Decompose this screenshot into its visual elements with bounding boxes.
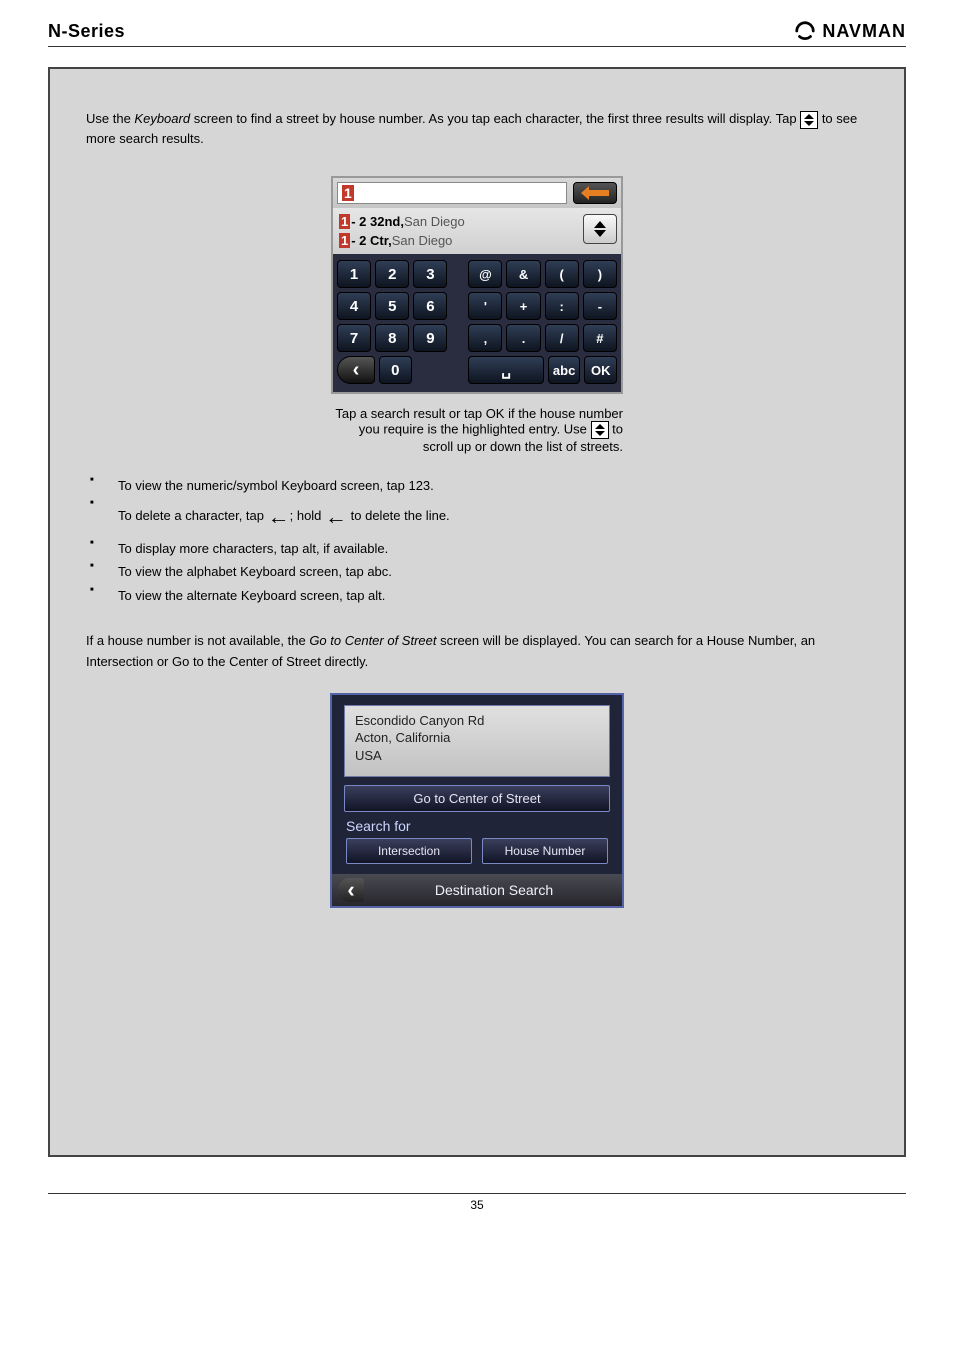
- key-abc[interactable]: abc: [548, 356, 581, 384]
- key-hash[interactable]: #: [583, 324, 617, 352]
- list-item: To view the alphabet Keyboard screen, ta…: [104, 560, 868, 583]
- fallback-paragraph: If a house number is not available, the …: [86, 631, 868, 673]
- scroll-icon: [800, 111, 818, 129]
- key-comma[interactable]: ,: [468, 324, 502, 352]
- address-box: Escondido Canyon Rd Acton, California US…: [344, 705, 610, 777]
- arrow-left-icon: ←: [268, 504, 290, 529]
- navman-arc-icon: [794, 20, 816, 42]
- key-colon[interactable]: :: [545, 292, 579, 320]
- destination-footer: ‹ Destination Search: [332, 874, 622, 906]
- key-4[interactable]: 4: [337, 292, 371, 320]
- brand-logo: NAVMAN: [794, 20, 906, 42]
- results-scroll-button[interactable]: [583, 214, 617, 244]
- footer-caption: Destination Search: [372, 882, 616, 898]
- key-2[interactable]: 2: [375, 260, 409, 288]
- key-3[interactable]: 3: [413, 260, 447, 288]
- result-row[interactable]: 1 - 2 32nd, San Diego: [337, 212, 617, 231]
- address-line: Escondido Canyon Rd: [355, 712, 599, 730]
- key-space[interactable]: ␣: [468, 356, 543, 384]
- key-6[interactable]: 6: [413, 292, 447, 320]
- key-period[interactable]: .: [506, 324, 540, 352]
- instruction-list: To view the numeric/symbol Keyboard scre…: [86, 474, 868, 607]
- key-plus[interactable]: +: [506, 292, 540, 320]
- keyboard-screen: 1 1 - 2 32nd, San Diego 1 - 2 Ctr, San D…: [331, 176, 623, 394]
- list-item: To view the alternate Keyboard screen, t…: [104, 584, 868, 607]
- header-series: N-Series: [48, 21, 125, 42]
- content-frame: Use the Keyboard screen to find a street…: [48, 67, 906, 1157]
- list-item: To display more characters, tap alt, if …: [104, 537, 868, 560]
- key-amp[interactable]: &: [506, 260, 540, 288]
- key-0[interactable]: 0: [379, 356, 412, 384]
- go-to-center-button[interactable]: Go to Center of Street: [344, 785, 610, 812]
- key-dash[interactable]: -: [583, 292, 617, 320]
- key-ok[interactable]: OK: [584, 356, 617, 384]
- keyboard-results: 1 - 2 32nd, San Diego 1 - 2 Ctr, San Die…: [333, 208, 621, 254]
- page-header: N-Series NAVMAN: [48, 20, 906, 47]
- backspace-key[interactable]: [573, 182, 617, 204]
- key-1[interactable]: 1: [337, 260, 371, 288]
- list-item: To view the numeric/symbol Keyboard scre…: [104, 474, 868, 497]
- key-rparen[interactable]: ): [583, 260, 617, 288]
- address-line: Acton, California: [355, 729, 599, 747]
- keyboard-input[interactable]: 1: [337, 182, 567, 204]
- house-number-button[interactable]: House Number: [482, 838, 608, 864]
- brand-text: NAVMAN: [822, 21, 906, 42]
- key-8[interactable]: 8: [375, 324, 409, 352]
- postkey-text: Tap a search result or tap OK if the hou…: [331, 406, 623, 454]
- address-line: USA: [355, 747, 599, 765]
- key-slash[interactable]: /: [545, 324, 579, 352]
- keyboard-keys: 1 2 3 @ & ( ) 4 5 6 ' + : -: [333, 254, 621, 392]
- key-5[interactable]: 5: [375, 292, 409, 320]
- intersection-button[interactable]: Intersection: [346, 838, 472, 864]
- key-apos[interactable]: ': [468, 292, 502, 320]
- list-item: To delete a character, tap ←; hold ← to …: [104, 497, 868, 537]
- scroll-icon: [591, 421, 609, 439]
- search-for-label: Search for: [344, 818, 610, 834]
- key-7[interactable]: 7: [337, 324, 371, 352]
- keyboard-input-row: 1: [333, 178, 621, 208]
- key-lparen[interactable]: (: [545, 260, 579, 288]
- key-back[interactable]: ‹: [337, 356, 375, 384]
- arrow-left-icon: ←: [325, 504, 347, 529]
- key-at[interactable]: @: [468, 260, 502, 288]
- result-row[interactable]: 1 - 2 Ctr, San Diego: [337, 231, 617, 250]
- page-number: 35: [48, 1193, 906, 1212]
- back-button[interactable]: ‹: [338, 878, 364, 902]
- intro-text: Use the Keyboard screen to find a street…: [86, 109, 868, 148]
- destination-search-screen: Escondido Canyon Rd Acton, California US…: [330, 693, 624, 908]
- key-9[interactable]: 9: [413, 324, 447, 352]
